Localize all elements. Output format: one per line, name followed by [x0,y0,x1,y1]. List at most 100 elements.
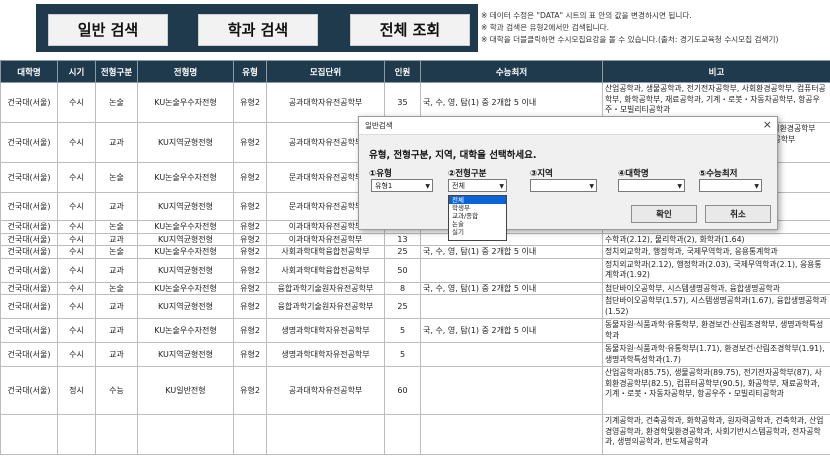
cell-university[interactable]: 건국대(서울) [0,294,58,319]
cell-count [384,414,421,455]
university-select[interactable]: ▼ [618,179,685,192]
cell-remarks: 산업공학과(85.75), 생물공학과(89.75), 전기전자공학부(87),… [602,366,830,415]
admission-category-label: ②전형구분 [448,169,487,179]
cell-type: 유형2 [233,162,267,193]
cell-period: 수시 [57,162,96,193]
admission-category-dropdown-list[interactable]: 전체 학생부 교과/종합 논술 실기 [448,195,507,241]
header-university: 대학명 [0,60,58,83]
cell-period: 수시 [57,192,96,221]
cell-csat-minimum [420,342,603,367]
cell-admission-name: KU논술우수자전형 [137,162,234,193]
cell-admission-category: 교과 [95,232,138,246]
cell-admission-name: KU지역균형전형 [137,342,234,367]
chevron-down-icon[interactable]: ▼ [589,180,594,193]
chevron-down-icon[interactable]: ▼ [499,180,504,193]
cell-admission-category: 논술 [95,82,138,123]
cell-period: 정시 [57,366,96,415]
cell-admission-category: 논술 [95,162,138,193]
cell-university[interactable]: 건국대(서울) [0,82,58,123]
cell-university[interactable]: 건국대(서울) [0,318,58,343]
cell-type: 유형2 [233,82,267,123]
cell-count: 5 [384,318,421,343]
type-select-value: 유형1 [375,182,393,190]
csat-minimum-label: ⑤수능최저 [699,169,738,179]
cell-university[interactable]: 건국대(서울) [0,342,58,367]
cell-university[interactable]: 건국대(서울) [0,245,58,259]
cell-recruitment-unit: 생명과학대학자유전공학부 [266,342,385,367]
cell-admission-category: 논술 [95,281,138,295]
chevron-down-icon[interactable]: ▼ [425,180,430,193]
cell-count: 25 [384,245,421,259]
cell-admission-name [137,414,234,455]
cell-university[interactable]: 건국대(서울) [0,366,58,415]
cell-count: 8 [384,281,421,295]
table-row: 건국대(서울) 수시 논술 KU논술우수자전형 유형2 사회과학대학융합전공학부 25 국, … [0,245,830,259]
ok-button[interactable]: 확인 [631,205,697,223]
cell-university[interactable]: 건국대(서울) [0,162,58,193]
cell-recruitment-unit: 융합과학기술원자유전공학부 [266,281,385,295]
cell-remarks: 동물자원·식품과학·유통학부, 환경보건·산림조경학부, 생명과학특성학과 [602,318,830,343]
cell-university[interactable] [0,414,58,455]
cell-period: 수시 [57,318,96,343]
cell-recruitment-unit [266,414,385,455]
note-line: ※ 학과 검색은 유형2에서만 검색됩니다. [481,23,610,32]
dropdown-option[interactable]: 학생부 [449,204,506,212]
dialog-instruction: 유형, 전형구분, 지역, 대학을 선택하세요. [369,150,537,161]
toolbar: 일반 검색 학과 검색 전체 조회 [36,4,478,52]
general-search-button[interactable]: 일반 검색 [48,14,168,46]
cell-count: 13 [384,232,421,246]
cell-admission-name: KU논술우수자전형 [137,245,234,259]
cell-admission-category: 교과 [95,192,138,221]
cell-remarks: 수학과(2.12), 물리학과(2), 화학과(1.64) [602,232,830,246]
cell-csat-minimum: 국, 수, 영, 탐(1) 중 2개합 5 이내 [420,318,603,343]
note-line: ※ 대학을 더블클릭하면 수시모집요강을 볼 수 있습니다.(출처: 경기도교육… [481,35,779,44]
cell-admission-name: KU지역균형전형 [137,122,234,163]
cell-university[interactable]: 건국대(서울) [0,220,58,234]
cell-admission-category: 교과 [95,342,138,367]
table-row: 건국대(서울) 수시 교과 KU지역균형전형 유형2 생명과학대학자유전공학부 5 동물자원·… [0,342,830,367]
cell-admission-name: KU지역균형전형 [137,192,234,221]
region-label: ③지역 [530,169,553,179]
cell-period: 수시 [57,342,96,367]
cell-type [233,414,267,455]
header-count: 인원 [384,60,421,83]
cell-admission-category: 수능 [95,366,138,415]
cell-admission-category: 교과 [95,318,138,343]
csat-minimum-select[interactable]: ▼ [699,179,762,192]
dropdown-option[interactable]: 전체 [449,196,506,204]
view-all-button[interactable]: 전체 조회 [350,14,470,46]
note-line: ※ 데이터 수정은 "DATA" 시트의 표 안의 값을 변경하시면 됩니다. [481,11,692,20]
cell-university[interactable]: 건국대(서울) [0,232,58,246]
region-select[interactable]: ▼ [530,179,597,192]
cancel-button[interactable]: 취소 [705,205,771,223]
type-label: ①유형 [369,169,392,179]
dropdown-option[interactable]: 교과/종합 [449,212,506,220]
cell-university[interactable]: 건국대(서울) [0,281,58,295]
cell-university[interactable]: 건국대(서울) [0,192,58,221]
cell-csat-minimum [420,257,603,283]
department-search-button[interactable]: 학과 검색 [198,14,318,46]
cell-university[interactable]: 건국대(서울) [0,257,58,283]
table-row: 기계공학과, 건축공학과, 화학공학과, 원자력공학과, 건축학과, 산업경영공… [0,414,830,455]
dropdown-option[interactable]: 논술 [449,220,506,228]
header-recruitment-unit: 모집단위 [266,60,385,83]
admission-category-select-value: 전체 [452,182,465,190]
cell-admission-name: KU일반전형 [137,366,234,415]
table-row: 건국대(서울) 수시 논술 KU논술우수자전형 유형2 융합과학기술원자유전공학부 8 국, … [0,281,830,295]
cell-type: 유형2 [233,318,267,343]
admission-category-select[interactable]: 전체 ▼ [448,179,507,192]
header-type: 유형 [233,60,267,83]
cell-count: 25 [384,294,421,319]
cell-university[interactable]: 건국대(서울) [0,122,58,163]
chevron-down-icon[interactable]: ▼ [754,180,759,193]
cell-admission-category: 논술 [95,220,138,234]
close-icon[interactable]: × [763,118,772,131]
cell-period [57,414,96,455]
cell-type: 유형2 [233,294,267,319]
type-select[interactable]: 유형1 ▼ [371,179,433,192]
cell-admission-name: KU논술우수자전형 [137,318,234,343]
header-admission-name: 전형명 [137,60,234,83]
chevron-down-icon[interactable]: ▼ [677,180,682,193]
dialog-title: 일반검색 [359,117,777,135]
dropdown-option[interactable]: 실기 [449,228,506,236]
